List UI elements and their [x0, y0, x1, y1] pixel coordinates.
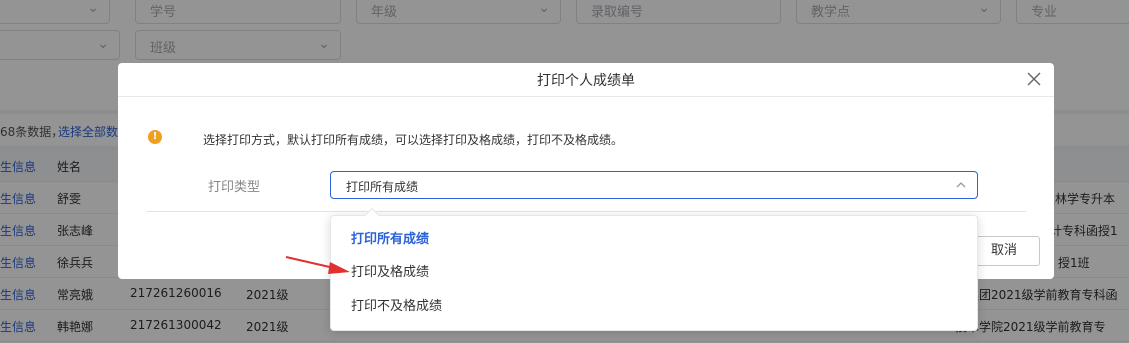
- chevron-up-icon: [956, 182, 966, 188]
- option-print-passed[interactable]: 打印及格成绩: [331, 257, 977, 289]
- print-type-value: 打印所有成绩: [346, 180, 419, 194]
- dialog-title: 打印个人成绩单: [537, 73, 635, 89]
- dialog-tip: 选择打印方式，默认打印所有成绩，可以选择打印及格成绩，打印不及格成绩。: [203, 133, 624, 147]
- cancel-button[interactable]: 取消: [968, 236, 1040, 266]
- print-type-label: 打印类型: [208, 180, 261, 195]
- dialog-divider: [118, 96, 1054, 97]
- form-divider: [146, 211, 1026, 212]
- warning-icon: !: [148, 130, 162, 144]
- print-type-dropdown: 打印所有成绩 打印及格成绩 打印不及格成绩: [330, 207, 978, 331]
- option-print-failed[interactable]: 打印不及格成绩: [331, 291, 977, 323]
- close-icon[interactable]: [1024, 69, 1044, 89]
- print-type-select[interactable]: 打印所有成绩: [330, 171, 978, 199]
- option-print-all[interactable]: 打印所有成绩: [331, 224, 977, 256]
